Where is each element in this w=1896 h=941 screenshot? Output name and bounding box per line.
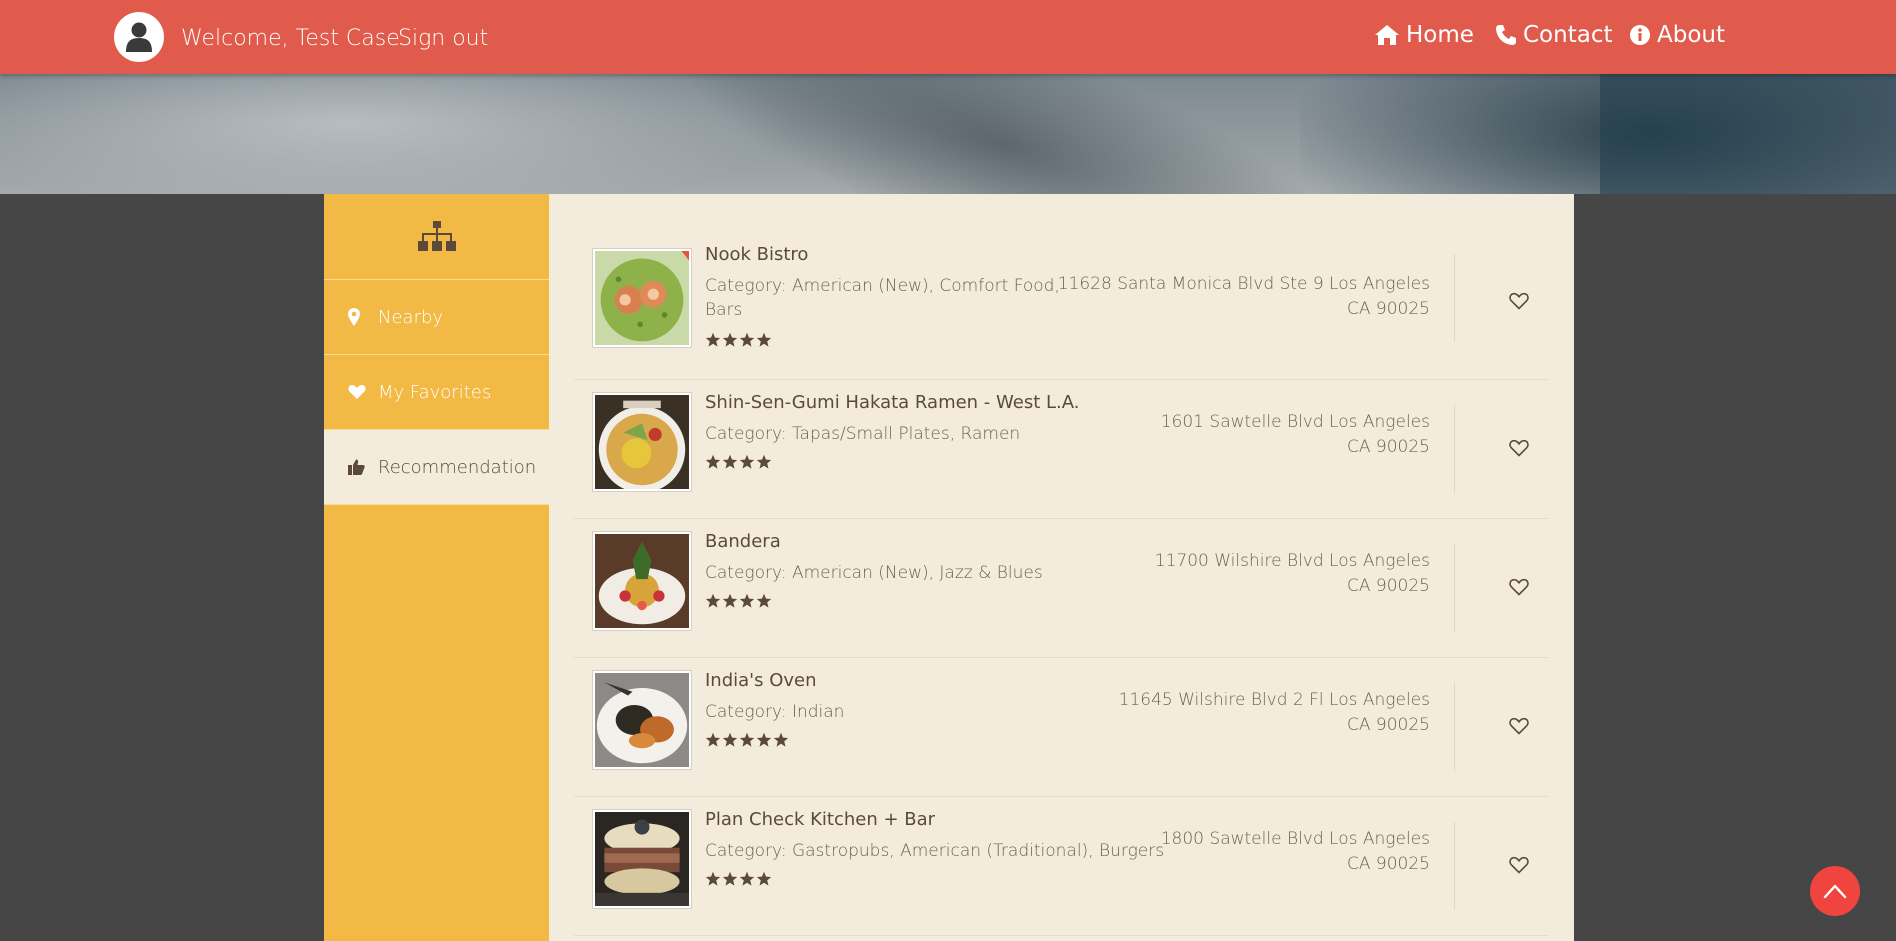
address-line-1: 11700 Wilshire Blvd Los Angeles (1154, 551, 1430, 571)
list-item: India's Oven Category: Indian 11645 Wils… (574, 658, 1548, 797)
star-icon (722, 732, 738, 747)
rating-stars (705, 732, 789, 748)
address-line-2: CA 90025 (1347, 299, 1430, 319)
welcome-text: Welcome, Test Case (181, 26, 400, 51)
restaurant-address: 1601 Sawtelle Blvd Los Angeles CA 90025 (1050, 410, 1430, 460)
restaurant-address: 11628 Santa Monica Blvd Ste 9 Los Angele… (1050, 272, 1430, 322)
star-icon (739, 454, 755, 469)
address-line-1: 11645 Wilshire Blvd 2 Fl Los Angeles (1118, 690, 1430, 710)
restaurant-name-link[interactable]: Bandera (705, 531, 781, 552)
restaurant-name-link[interactable]: Plan Check Kitchen + Bar (705, 809, 935, 830)
star-icon (722, 332, 738, 347)
restaurant-category: Category: American (New), Comfort Food, … (705, 276, 1060, 320)
phone-icon (1496, 25, 1516, 45)
sidebar-item-my-favorites[interactable]: My Favorites (324, 355, 549, 430)
star-icon (722, 871, 738, 886)
home-icon (1375, 25, 1399, 45)
chevron-up-icon (1823, 884, 1847, 899)
rating-stars (705, 871, 772, 887)
heart-icon (348, 384, 366, 399)
thumbs-up-icon (348, 459, 365, 475)
restaurant-thumbnail[interactable] (592, 248, 692, 348)
address-line-2: CA 90025 (1347, 715, 1430, 735)
star-icon (756, 332, 772, 347)
sitemap-icon (417, 220, 456, 251)
sidebar-header (324, 194, 549, 280)
top-navbar: Welcome, Test Case Sign out Home Contact… (0, 0, 1896, 74)
restaurant-name-link[interactable]: Nook Bistro (705, 244, 808, 265)
sidebar-item-label: My Favorites (378, 381, 492, 403)
divider (1454, 254, 1455, 342)
address-line-2: CA 90025 (1347, 437, 1430, 457)
nav-home-label: Home (1406, 22, 1474, 48)
list-item: Nook Bistro Category: American (New), Co… (574, 236, 1548, 380)
sidebar-item-recommendation[interactable]: Recommendation (324, 430, 549, 505)
user-avatar-icon[interactable] (114, 12, 164, 62)
star-icon (705, 454, 721, 469)
rating-stars (705, 454, 772, 470)
favorite-heart-icon[interactable] (1509, 856, 1529, 874)
sidebar-item-label: Recommendation (378, 456, 537, 478)
restaurant-address: 11700 Wilshire Blvd Los Angeles CA 90025 (1050, 549, 1430, 599)
favorite-heart-icon[interactable] (1509, 292, 1529, 310)
favorite-heart-icon[interactable] (1509, 439, 1529, 457)
sidebar-item-label: Nearby (378, 306, 444, 328)
star-icon (756, 454, 772, 469)
sidebar-item-nearby[interactable]: Nearby (324, 280, 549, 355)
restaurant-list: Nook Bistro Category: American (New), Co… (549, 194, 1574, 941)
divider (1454, 683, 1455, 771)
star-icon (705, 593, 721, 608)
star-icon (756, 732, 772, 747)
sign-out-link[interactable]: Sign out (398, 26, 488, 51)
rating-stars (705, 593, 772, 609)
star-icon (756, 593, 772, 608)
star-icon (773, 732, 789, 747)
sidebar: Nearby My Favorites Recommendation (324, 194, 549, 941)
restaurant-name-link[interactable]: Shin-Sen-Gumi Hakata Ramen - West L.A. (705, 392, 1079, 413)
address-line-1: 1601 Sawtelle Blvd Los Angeles (1160, 412, 1430, 432)
map-marker-icon (348, 308, 360, 326)
restaurant-thumbnail[interactable] (592, 392, 692, 493)
nav-about-label: About (1657, 22, 1726, 48)
list-item: Plan Check Kitchen + Bar Category: Gastr… (574, 797, 1548, 936)
favorite-heart-icon[interactable] (1509, 717, 1529, 735)
star-icon (705, 332, 721, 347)
restaurant-thumbnail[interactable] (592, 670, 692, 770)
star-icon (705, 732, 721, 747)
rating-stars (705, 332, 772, 348)
list-item: Shin-Sen-Gumi Hakata Ramen - West L.A. C… (574, 380, 1548, 519)
address-line-2: CA 90025 (1347, 576, 1430, 596)
restaurant-address: 1800 Sawtelle Blvd Los Angeles CA 90025 (1050, 827, 1430, 877)
back-to-top-button[interactable] (1810, 866, 1860, 916)
divider (1454, 544, 1455, 632)
address-line-2: CA 90025 (1347, 854, 1430, 874)
address-line-1: 11628 Santa Monica Blvd Ste 9 Los Angele… (1057, 274, 1430, 294)
star-icon (705, 871, 721, 886)
restaurant-thumbnail[interactable] (592, 531, 692, 631)
address-line-1: 1800 Sawtelle Blvd Los Angeles (1160, 829, 1430, 849)
star-icon (739, 332, 755, 347)
info-icon (1630, 25, 1650, 45)
star-icon (739, 732, 755, 747)
nav-contact-label: Contact (1523, 22, 1613, 48)
divider (1454, 822, 1455, 910)
divider (1454, 405, 1455, 493)
restaurant-address: 11645 Wilshire Blvd 2 Fl Los Angeles CA … (1050, 688, 1430, 738)
star-icon (722, 593, 738, 608)
favorite-heart-icon[interactable] (1509, 578, 1529, 596)
star-icon (739, 593, 755, 608)
nav-home[interactable]: Home (1374, 22, 1474, 48)
list-item: Bandera Category: American (New), Jazz &… (574, 519, 1548, 658)
star-icon (756, 871, 772, 886)
star-icon (739, 871, 755, 886)
star-icon (722, 454, 738, 469)
restaurant-name-link[interactable]: India's Oven (705, 670, 817, 691)
nav-about[interactable]: About (1629, 22, 1725, 48)
hero-banner-image (0, 74, 1896, 194)
nav-contact[interactable]: Contact (1495, 22, 1612, 48)
restaurant-thumbnail[interactable] (592, 809, 692, 909)
